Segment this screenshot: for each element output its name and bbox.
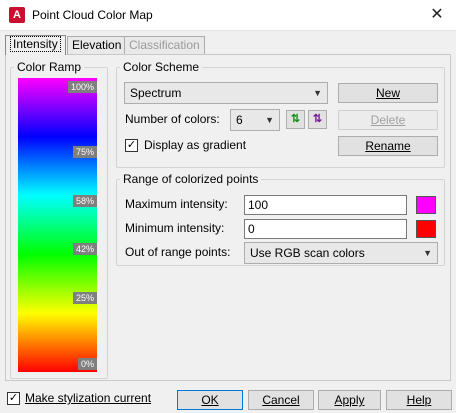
min-intensity-input[interactable]: 0 [244,219,407,239]
display-gradient-checkbox[interactable]: ✓ [125,139,138,152]
rename-button-label: Rename [365,139,411,153]
check-icon: ✓ [126,139,137,151]
autocad-app-icon: A [9,7,25,23]
help-button-label: Help [406,393,432,407]
apply-button[interactable]: Apply [318,390,381,410]
tab-classification-label: Classification [129,38,200,52]
color-ramp-bar: 100% 75% 58% 42% 25% 0% [18,78,97,372]
chevron-down-icon: ▼ [423,248,432,258]
ramp-tick-75: 75% [72,146,97,158]
out-of-range-label: Out of range points: [125,245,231,259]
out-of-range-value: Use RGB scan colors [250,246,365,260]
color-scheme-title: Color Scheme [120,60,203,74]
ramp-tick-25: 25% [72,292,97,304]
min-color-swatch[interactable] [416,220,436,238]
color-ramp-title: Color Ramp [14,60,85,74]
apply-button-label: Apply [334,393,365,407]
tab-intensity[interactable]: Intensity [5,35,66,55]
ok-button-label: OK [201,393,219,407]
max-color-swatch[interactable] [416,196,436,214]
reverse-colors-icon[interactable]: ⇅ [286,110,305,129]
new-button-label: New [375,86,400,100]
check-icon: ✓ [8,392,19,404]
make-current-checkbox[interactable]: ✓ [7,392,20,405]
new-button[interactable]: New [338,83,438,103]
help-button[interactable]: Help [386,390,452,410]
max-intensity-label: Maximum intensity: [125,197,228,211]
make-current-text: Make stylization current [25,391,152,405]
window-title: Point Cloud Color Map [32,8,153,22]
ramp-tick-0: 0% [77,358,97,370]
close-icon[interactable]: ✕ [424,3,450,27]
max-intensity-value: 100 [248,198,269,212]
out-of-range-dropdown[interactable]: Use RGB scan colors ▼ [244,242,438,264]
cancel-button[interactable]: Cancel [248,390,314,410]
tab-elevation-label: Elevation [72,38,122,52]
scheme-dropdown[interactable]: Spectrum ▼ [124,82,328,104]
ramp-tick-42: 42% [72,243,97,255]
num-colors-label: Number of colors: [125,112,220,126]
range-title: Range of colorized points [120,172,262,186]
delete-button-label: Delete [370,113,406,127]
delete-button[interactable]: Delete [338,110,438,130]
ramp-tick-58: 58% [72,195,97,207]
min-intensity-label: Minimum intensity: [125,221,225,235]
scheme-dropdown-value: Spectrum [130,86,182,100]
tab-intensity-label: Intensity [10,36,61,52]
chevron-down-icon: ▼ [265,115,274,125]
ramp-tick-100: 100% [67,81,97,93]
rename-button[interactable]: Rename [338,136,438,156]
tab-classification: Classification [124,36,205,54]
min-intensity-value: 0 [248,222,255,236]
max-intensity-input[interactable]: 100 [244,195,407,215]
cancel-button-label: Cancel [262,393,300,407]
display-gradient-label: Display as gradient [144,138,247,152]
make-current-label: Make stylization current [25,391,151,405]
ok-button[interactable]: OK [177,390,243,410]
color-order-icon[interactable]: ⇅ [308,110,327,129]
num-colors-dropdown[interactable]: 6 ▼ [230,109,280,131]
tab-elevation[interactable]: Elevation [67,36,127,54]
chevron-down-icon: ▼ [313,88,322,98]
num-colors-value: 6 [236,113,243,127]
